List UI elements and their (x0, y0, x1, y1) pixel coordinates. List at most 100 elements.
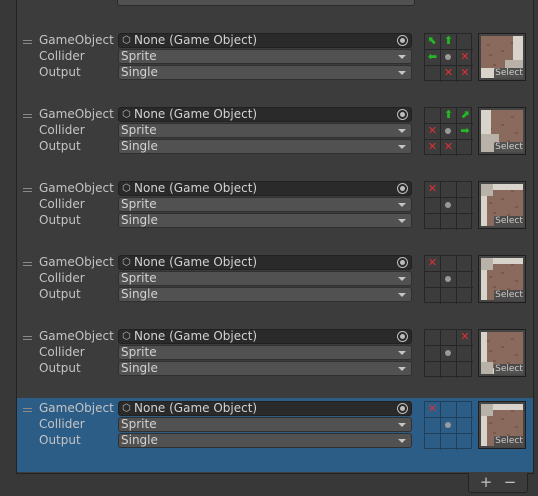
output-dropdown[interactable]: Single (118, 65, 412, 80)
arrow-right-icon[interactable]: ➡ (457, 124, 473, 140)
add-rule-button[interactable]: + (476, 473, 496, 491)
center-cell[interactable] (441, 50, 457, 66)
object-picker-icon[interactable] (397, 109, 408, 120)
empty-cell[interactable] (425, 346, 441, 362)
sprite-preview[interactable]: Select (478, 401, 526, 449)
select-sprite-button[interactable]: Select (494, 290, 524, 301)
gameobject-field[interactable]: ⬡ None (Game Object) (118, 33, 412, 48)
empty-cell[interactable] (441, 434, 457, 450)
empty-cell[interactable] (457, 288, 473, 304)
drag-handle[interactable] (23, 40, 32, 45)
empty-cell[interactable] (425, 108, 441, 124)
empty-cell[interactable] (441, 256, 457, 272)
rule-row[interactable]: GameObject Collider Output ⬡ None (Game … (17, 178, 533, 252)
center-cell[interactable] (441, 418, 457, 434)
drag-handle[interactable] (23, 336, 32, 341)
not-this-icon[interactable]: ✕ (425, 402, 441, 418)
object-picker-icon[interactable] (397, 403, 408, 414)
gameobject-field[interactable]: ⬡ None (Game Object) (118, 329, 412, 344)
empty-cell[interactable] (457, 140, 473, 156)
empty-cell[interactable] (425, 434, 441, 450)
gameobject-field[interactable]: ⬡ None (Game Object) (118, 181, 412, 196)
empty-cell[interactable] (425, 198, 441, 214)
empty-cell[interactable] (441, 330, 457, 346)
arrow-up-icon[interactable]: ⬆ (441, 108, 457, 124)
empty-cell[interactable] (425, 288, 441, 304)
empty-cell[interactable] (457, 402, 473, 418)
gameobject-field[interactable]: ⬡ None (Game Object) (118, 401, 412, 416)
sprite-preview[interactable]: Select (478, 255, 526, 303)
neighbor-grid[interactable]: ⬉ ⬆ ⬅ ✕ ✕ ✕ (424, 33, 473, 82)
not-this-icon[interactable]: ✕ (425, 256, 441, 272)
drag-handle[interactable] (23, 262, 32, 267)
center-cell[interactable] (441, 124, 457, 140)
output-dropdown[interactable]: Single (118, 139, 412, 154)
empty-cell[interactable] (425, 418, 441, 434)
object-picker-icon[interactable] (397, 183, 408, 194)
empty-cell[interactable] (441, 182, 457, 198)
collider-dropdown[interactable]: Sprite (118, 271, 412, 286)
output-dropdown[interactable]: Single (118, 433, 412, 448)
drag-handle[interactable] (23, 114, 32, 119)
select-sprite-button[interactable]: Select (494, 68, 524, 79)
neighbor-grid[interactable]: ✕ (424, 181, 473, 230)
object-picker-icon[interactable] (397, 35, 408, 46)
rule-row[interactable]: GameObject Collider Output ⬡ None (Game … (17, 326, 533, 400)
rule-row[interactable]: GameObject Collider Output ⬡ None (Game … (17, 252, 533, 326)
output-dropdown[interactable]: Single (118, 213, 412, 228)
not-this-icon[interactable]: ✕ (425, 140, 441, 156)
not-this-icon[interactable]: ✕ (441, 66, 457, 82)
output-dropdown[interactable]: Single (118, 361, 412, 376)
not-this-icon[interactable]: ✕ (457, 66, 473, 82)
not-this-icon[interactable]: ✕ (457, 330, 473, 346)
not-this-icon[interactable]: ✕ (425, 182, 441, 198)
gameobject-field[interactable]: ⬡ None (Game Object) (118, 107, 412, 122)
select-sprite-button[interactable]: Select (494, 436, 524, 447)
sprite-preview[interactable]: Select (478, 329, 526, 377)
arrow-up-right-icon[interactable]: ⬈ (457, 108, 473, 124)
rule-row[interactable]: GameObject Collider Output ⬡ None (Game … (17, 30, 533, 104)
empty-cell[interactable] (425, 214, 441, 230)
center-cell[interactable] (441, 346, 457, 362)
empty-cell[interactable] (457, 346, 473, 362)
arrow-up-left-icon[interactable]: ⬉ (425, 34, 441, 50)
remove-rule-button[interactable]: − (500, 473, 520, 491)
gameobject-field[interactable]: ⬡ None (Game Object) (118, 255, 412, 270)
neighbor-grid[interactable]: ✕ (424, 329, 473, 378)
empty-cell[interactable] (457, 34, 473, 50)
rule-row[interactable]: GameObject Collider Output ⬡ None (Game … (17, 398, 533, 472)
not-this-icon[interactable]: ✕ (441, 140, 457, 156)
empty-cell[interactable] (425, 272, 441, 288)
drag-handle[interactable] (23, 408, 32, 413)
arrow-up-icon[interactable]: ⬆ (441, 34, 457, 50)
empty-cell[interactable] (441, 402, 457, 418)
not-this-icon[interactable]: ✕ (425, 124, 441, 140)
collider-dropdown[interactable]: Sprite (118, 417, 412, 432)
collider-dropdown[interactable]: Sprite (118, 49, 412, 64)
center-cell[interactable] (441, 272, 457, 288)
empty-cell[interactable] (457, 182, 473, 198)
sprite-preview[interactable]: Select (478, 181, 526, 229)
empty-cell[interactable] (457, 272, 473, 288)
collider-dropdown[interactable]: Sprite (118, 123, 412, 138)
output-dropdown[interactable]: Single (118, 287, 412, 302)
object-picker-icon[interactable] (397, 257, 408, 268)
empty-cell[interactable] (425, 330, 441, 346)
empty-cell[interactable] (457, 434, 473, 450)
neighbor-grid[interactable]: ✕ (424, 401, 473, 450)
empty-cell[interactable] (457, 198, 473, 214)
sprite-preview[interactable]: Select (478, 107, 526, 155)
select-sprite-button[interactable]: Select (494, 364, 524, 375)
empty-cell[interactable] (457, 418, 473, 434)
rule-row[interactable]: GameObject Collider Output ⬡ None (Game … (17, 104, 533, 178)
neighbor-grid[interactable]: ✕ (424, 255, 473, 304)
empty-cell[interactable] (457, 214, 473, 230)
select-sprite-button[interactable]: Select (494, 142, 524, 153)
center-cell[interactable] (441, 198, 457, 214)
empty-cell[interactable] (457, 256, 473, 272)
empty-cell[interactable] (425, 66, 441, 82)
select-sprite-button[interactable]: Select (494, 216, 524, 227)
empty-cell[interactable] (441, 214, 457, 230)
collider-dropdown[interactable]: Sprite (118, 345, 412, 360)
empty-cell[interactable] (425, 362, 441, 378)
